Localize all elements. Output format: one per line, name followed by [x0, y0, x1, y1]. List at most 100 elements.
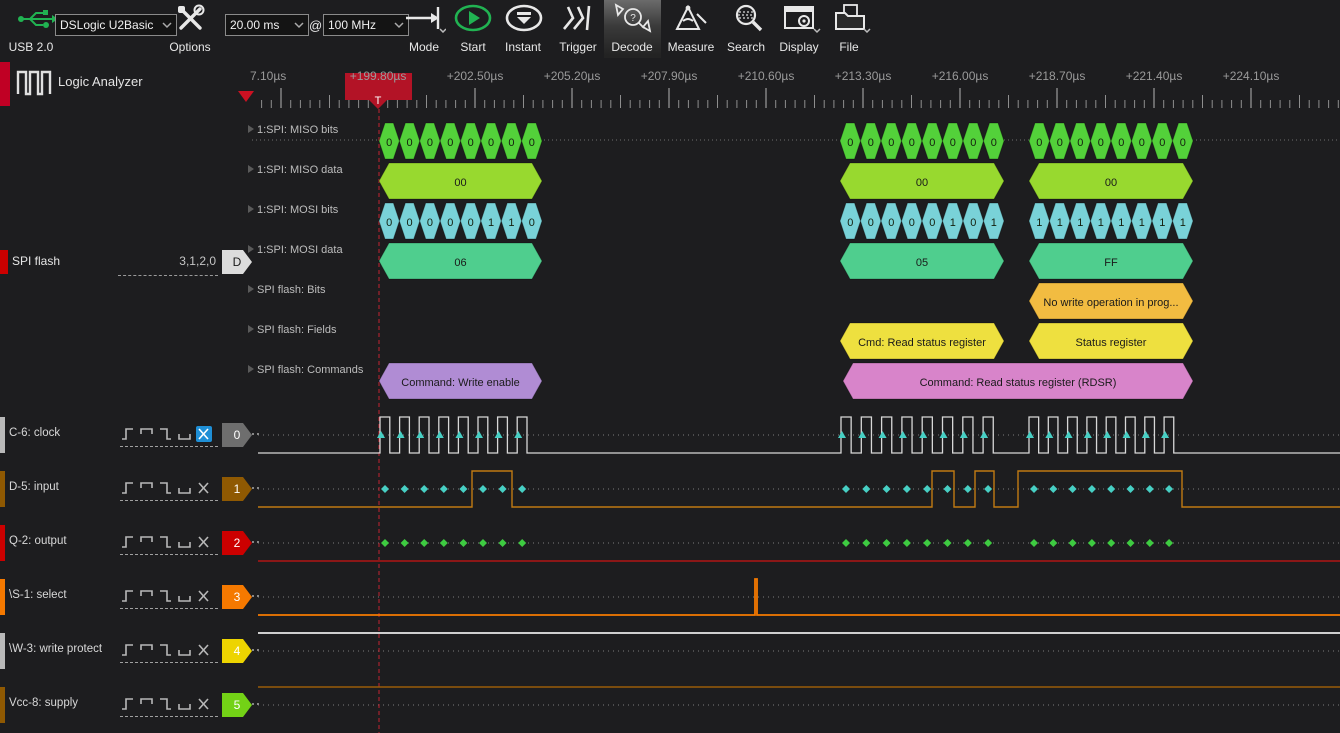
trigger-low-edge-icon[interactable]	[177, 588, 193, 604]
channel-row-1[interactable]: D-5: input1	[0, 471, 258, 507]
decode-row-label: SPI flash: Fields	[257, 324, 337, 336]
bit-annotation-value: 1	[1098, 217, 1104, 229]
trigger-any-edge-icon[interactable]	[196, 696, 212, 712]
trigger-rise-edge-icon[interactable]	[120, 642, 136, 658]
options-label: Options	[160, 40, 220, 54]
channel-color-tab	[0, 579, 5, 615]
channel-badge[interactable]: 0	[222, 423, 252, 447]
mode-button[interactable]: Mode	[398, 40, 450, 54]
trigger-fall-edge-icon[interactable]	[158, 480, 174, 496]
trigger-rise-edge-icon[interactable]	[120, 426, 136, 442]
row-expand-icon[interactable]	[248, 365, 254, 373]
trigger-fall-edge-icon[interactable]	[158, 426, 174, 442]
trigger-high-edge-icon[interactable]	[139, 480, 155, 496]
decode-icon[interactable]: ?	[614, 3, 652, 33]
file-icon[interactable]	[832, 3, 872, 33]
trigger-high-edge-icon[interactable]	[139, 588, 155, 604]
channel-badge[interactable]: 3	[222, 585, 252, 609]
data-annotation-value: 00	[1105, 177, 1117, 189]
channel-row-0[interactable]: C-6: clock0	[0, 417, 258, 453]
input-sample-dot	[1107, 485, 1115, 493]
trigger-fall-edge-icon[interactable]	[158, 588, 174, 604]
output-sample-dot	[1030, 539, 1038, 547]
channel-row-2[interactable]: Q-2: output2	[0, 525, 258, 561]
file-button[interactable]: File	[826, 40, 872, 54]
row-expand-icon[interactable]	[248, 285, 254, 293]
trigger-low-edge-icon[interactable]	[177, 480, 193, 496]
clock-edge-arrow	[879, 431, 887, 438]
channel-row-5[interactable]: Vcc-8: supply5	[0, 687, 258, 723]
trigger-any-edge-icon[interactable]	[196, 426, 212, 442]
data-annotation-value: FF	[1104, 257, 1118, 269]
decoder-badge[interactable]: D	[222, 250, 252, 274]
trigger-pattern-icons	[120, 480, 212, 496]
trigger-rise-edge-icon[interactable]	[120, 480, 136, 496]
clock-edge-arrow	[1065, 431, 1073, 438]
collapse-chevron-icon[interactable]	[238, 91, 254, 102]
display-icon[interactable]	[782, 4, 822, 34]
input-sample-dot	[883, 485, 891, 493]
row-expand-icon[interactable]	[248, 125, 254, 133]
start-icon[interactable]	[453, 4, 493, 32]
mode-icon[interactable]	[404, 5, 446, 33]
trigger-fall-edge-icon[interactable]	[158, 642, 174, 658]
row-expand-icon[interactable]	[248, 205, 254, 213]
trigger-low-edge-icon[interactable]	[177, 426, 193, 442]
trigger-high-edge-icon[interactable]	[139, 426, 155, 442]
trigger-high-edge-icon[interactable]	[139, 696, 155, 712]
channel-badge[interactable]: 1	[222, 477, 252, 501]
display-button[interactable]: Display	[772, 40, 826, 54]
row-expand-icon[interactable]	[248, 325, 254, 333]
trigger-any-edge-icon[interactable]	[196, 642, 212, 658]
trigger-fall-edge-icon[interactable]	[158, 534, 174, 550]
ruler-first-label: 7.10µs	[250, 69, 286, 83]
decoder-channel-list: 3,1,2,0	[179, 254, 216, 268]
output-sample-dot	[1069, 539, 1077, 547]
search-button[interactable]: Search	[718, 40, 774, 54]
clock-edge-arrow	[858, 431, 866, 438]
row-expand-icon[interactable]	[248, 165, 254, 173]
decode-button[interactable]: Decode	[606, 40, 658, 54]
usb-label: USB 2.0	[2, 40, 60, 54]
duration-select[interactable]: 20.00 ms	[225, 14, 309, 36]
decode-row-label: 1:SPI: MISO bits	[257, 124, 339, 136]
output-sample-dot	[944, 539, 952, 547]
channel-row-3[interactable]: \S-1: select3	[0, 579, 258, 615]
sample-rate-select[interactable]: 100 MHz	[323, 14, 409, 36]
trigger-fall-edge-icon[interactable]	[158, 696, 174, 712]
trigger-any-edge-icon[interactable]	[196, 534, 212, 550]
trigger-any-edge-icon[interactable]	[196, 588, 212, 604]
trigger-rise-edge-icon[interactable]	[120, 696, 136, 712]
trigger-any-edge-icon[interactable]	[196, 480, 212, 496]
instant-icon[interactable]	[504, 4, 544, 32]
input-sample-dot	[381, 485, 389, 493]
clock-edge-arrow	[899, 431, 907, 438]
channel-name: \W-3: write protect	[9, 643, 102, 655]
start-button[interactable]: Start	[448, 40, 498, 54]
trigger-low-edge-icon[interactable]	[177, 696, 193, 712]
input-sample-dot	[862, 485, 870, 493]
channel-badge[interactable]: 5	[222, 693, 252, 717]
trigger-high-edge-icon[interactable]	[139, 642, 155, 658]
channel-badge[interactable]: 2	[222, 531, 252, 555]
decoder-row[interactable]: SPI flash 3,1,2,0 D	[0, 248, 258, 276]
instant-button[interactable]: Instant	[494, 40, 552, 54]
trigger-rise-edge-icon[interactable]	[120, 534, 136, 550]
channel-row-4[interactable]: \W-3: write protect 4	[0, 633, 258, 669]
search-icon[interactable]	[730, 4, 766, 32]
clock-edge-arrow	[514, 431, 522, 438]
trigger-low-edge-icon[interactable]	[177, 642, 193, 658]
measure-button[interactable]: Measure	[660, 40, 722, 54]
trigger-high-edge-icon[interactable]	[139, 534, 155, 550]
channel-dots	[252, 595, 259, 597]
device-select[interactable]: DSLogic U2Basic	[55, 14, 177, 36]
options-icon[interactable]	[174, 2, 206, 34]
bit-annotation-value: 1	[1057, 217, 1063, 229]
trigger-rise-edge-icon[interactable]	[120, 588, 136, 604]
trigger-icon[interactable]	[560, 4, 596, 32]
trigger-low-edge-icon[interactable]	[177, 534, 193, 550]
trigger-button[interactable]: Trigger	[552, 40, 604, 54]
channel-badge[interactable]: 4	[222, 639, 252, 663]
decode-row-label: 1:SPI: MISO data	[257, 164, 343, 176]
measure-icon[interactable]	[673, 4, 709, 32]
